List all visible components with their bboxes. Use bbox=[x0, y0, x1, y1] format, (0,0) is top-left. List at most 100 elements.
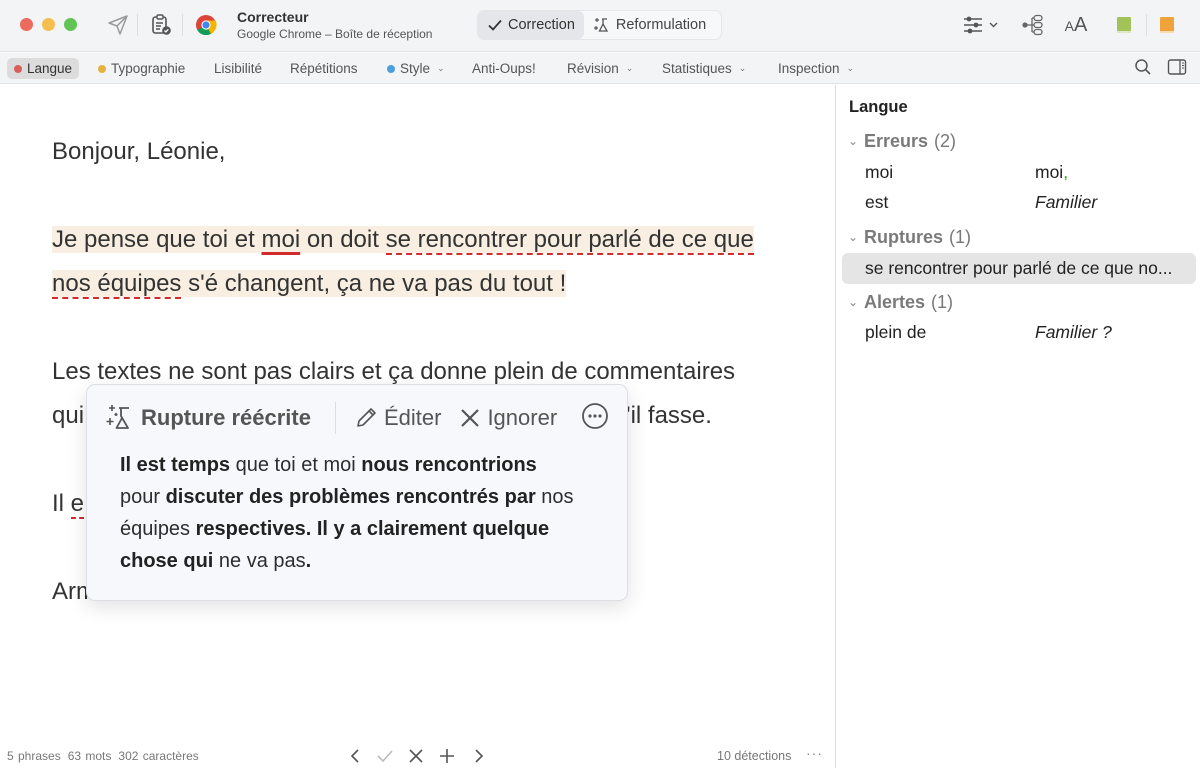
close-icon bbox=[461, 409, 480, 427]
detection-text: se rencontrer pour parlé de ce que no... bbox=[865, 258, 1173, 278]
detection-text: est bbox=[865, 192, 889, 212]
mind-map-button[interactable] bbox=[1020, 12, 1046, 38]
list-item[interactable]: plein de Familier ? bbox=[842, 317, 1196, 348]
send-icon[interactable] bbox=[105, 12, 131, 38]
suggestion-bold: nous rencontrions bbox=[361, 454, 537, 476]
toggle-sidebar-button[interactable] bbox=[1167, 58, 1189, 78]
status-dot bbox=[98, 64, 106, 73]
status-dot bbox=[14, 64, 22, 73]
suggestion-bold: discuter des problèmes rencontrés par bbox=[165, 486, 536, 508]
chevron-right-icon bbox=[475, 749, 484, 763]
popover-divider bbox=[334, 402, 336, 434]
suggestion-bold: . bbox=[305, 550, 312, 572]
mode-correction-label: Correction bbox=[508, 17, 575, 33]
chevron-down-icon: ⌄ bbox=[625, 63, 634, 73]
suggestion-insert: , bbox=[1063, 162, 1069, 182]
paragraph-1-line-1[interactable]: Je pense que toi et moi on doit se renco… bbox=[52, 218, 754, 262]
paragraph-2-line-2-start[interactable]: qui bbox=[52, 394, 84, 438]
close-icon bbox=[409, 749, 423, 763]
accept-button[interactable] bbox=[375, 746, 395, 766]
settings-sliders-button[interactable] bbox=[962, 12, 1002, 38]
tab-label: Anti-Oups! bbox=[472, 61, 536, 76]
group-erreurs[interactable]: ⌄ Erreurs (2) bbox=[848, 129, 956, 153]
sparkle-flask-icon bbox=[593, 18, 609, 32]
next-button[interactable] bbox=[469, 746, 489, 766]
suggestion-text[interactable]: Il est temps que toi et moi nous rencont… bbox=[120, 449, 610, 577]
green-book-button[interactable] bbox=[1114, 12, 1134, 38]
status-more-button[interactable]: ··· bbox=[806, 745, 823, 761]
orange-book-button[interactable] bbox=[1157, 12, 1177, 38]
chevron-down-icon: ⌄ bbox=[846, 63, 855, 73]
tab-inspection[interactable]: Inspection ⌄ bbox=[771, 58, 861, 79]
tab-label: Révision bbox=[567, 61, 619, 76]
edit-button[interactable]: Éditer bbox=[354, 405, 441, 431]
reject-button[interactable] bbox=[406, 746, 426, 766]
suggestion-plain: ne va pas bbox=[213, 550, 306, 572]
group-count: (2) bbox=[934, 130, 957, 151]
text-span: on doit bbox=[300, 226, 386, 253]
paragraph-1-line-2[interactable]: nos équipes s'é changent, ça ne va pas d… bbox=[52, 262, 567, 306]
group-alertes[interactable]: ⌄ Alertes (1) bbox=[848, 290, 953, 314]
document-stats: 5 phrases 63 mots 302 caractères bbox=[7, 749, 206, 763]
rupture-highlight-1[interactable]: se rencontrer pour parlé de ce que bbox=[385, 226, 754, 255]
minimize-window-button[interactable] bbox=[42, 18, 55, 31]
popover-title: Rupture réécrite bbox=[141, 405, 311, 430]
list-item[interactable]: est Familier bbox=[842, 187, 1196, 218]
font-size-icon: AA bbox=[1064, 13, 1088, 36]
app-title: Correcteur bbox=[237, 9, 309, 25]
paragraph-3[interactable]: Il e bbox=[52, 482, 85, 526]
title-bar: Correcteur Google Chrome – Boîte de réce… bbox=[0, 0, 1200, 52]
detections-sidebar: Langue ⌄ Erreurs (2) moi moi, est Famili… bbox=[836, 85, 1200, 768]
paragraph-2-line-2-end[interactable]: 'il fasse. bbox=[626, 394, 712, 438]
tab-repetitions[interactable]: Répétitions bbox=[283, 58, 365, 79]
tab-label: Langue bbox=[27, 61, 73, 76]
close-window-button[interactable] bbox=[20, 18, 33, 31]
greeting-paragraph[interactable]: Bonjour, Léonie, bbox=[52, 130, 225, 174]
list-item-selected[interactable]: se rencontrer pour parlé de ce que no... bbox=[842, 253, 1196, 284]
sentence-count: 5 phrases bbox=[7, 749, 61, 763]
font-size-button[interactable]: AA bbox=[1062, 12, 1090, 38]
chevron-down-icon: ⌄ bbox=[437, 63, 445, 73]
status-dot bbox=[387, 64, 395, 73]
tab-anti-oups[interactable]: Anti-Oups! bbox=[465, 58, 543, 79]
edit-label: Éditer bbox=[383, 405, 442, 430]
tab-typographie[interactable]: Typographie bbox=[91, 58, 192, 79]
mode-correction-button[interactable]: Correction bbox=[478, 11, 584, 39]
group-ruptures[interactable]: ⌄ Ruptures (1) bbox=[848, 225, 971, 249]
error-est[interactable]: e bbox=[70, 490, 85, 519]
chevron-down-icon: ⌄ bbox=[848, 134, 859, 148]
tab-style[interactable]: Style ⌄ bbox=[380, 58, 452, 79]
tab-revision[interactable]: Révision ⌄ bbox=[560, 58, 640, 79]
app-subtitle: Google Chrome – Boîte de réception bbox=[237, 27, 433, 41]
detection-suggestion: Familier ? bbox=[1035, 322, 1112, 342]
tab-statistiques[interactable]: Statistiques ⌄ bbox=[655, 58, 753, 79]
tab-langue[interactable]: Langue bbox=[7, 58, 80, 79]
error-moi[interactable]: moi bbox=[261, 226, 300, 253]
tab-lisibilite[interactable]: Lisibilité bbox=[207, 58, 269, 79]
character-count: 302 caractères bbox=[118, 749, 199, 763]
chevron-down-icon: ⌄ bbox=[738, 63, 747, 73]
previous-button[interactable] bbox=[345, 746, 365, 766]
mode-reformulation-button[interactable]: Reformulation bbox=[584, 11, 715, 39]
group-count: (1) bbox=[949, 226, 972, 247]
rupture-highlight-2[interactable]: nos équipes bbox=[52, 270, 182, 299]
text-span: Je pense que toi et bbox=[52, 226, 262, 253]
checkmark-icon bbox=[377, 750, 393, 763]
zoom-window-button[interactable] bbox=[64, 18, 77, 31]
clipboard-check-icon[interactable] bbox=[148, 12, 174, 38]
pencil-icon bbox=[357, 408, 376, 427]
list-item[interactable]: moi moi, bbox=[842, 157, 1196, 188]
search-button[interactable] bbox=[1134, 58, 1154, 78]
more-options-button[interactable] bbox=[581, 402, 609, 435]
suggestion-word: moi bbox=[1035, 162, 1064, 182]
suggestion-plain: que toi et moi bbox=[230, 454, 362, 476]
sparkle-flask-icon bbox=[106, 405, 129, 429]
tab-label: Répétitions bbox=[290, 61, 358, 76]
add-button[interactable] bbox=[437, 746, 457, 766]
ignore-button[interactable]: Ignorer bbox=[459, 405, 557, 431]
mode-switch: Correction Reformulation bbox=[477, 10, 722, 40]
ellipsis-circle-icon bbox=[582, 403, 608, 429]
tab-label: Style bbox=[400, 61, 431, 76]
group-count: (1) bbox=[931, 291, 954, 312]
suggestion-popover: Rupture réécrite Éditer Ignorer Il est t… bbox=[86, 384, 628, 601]
